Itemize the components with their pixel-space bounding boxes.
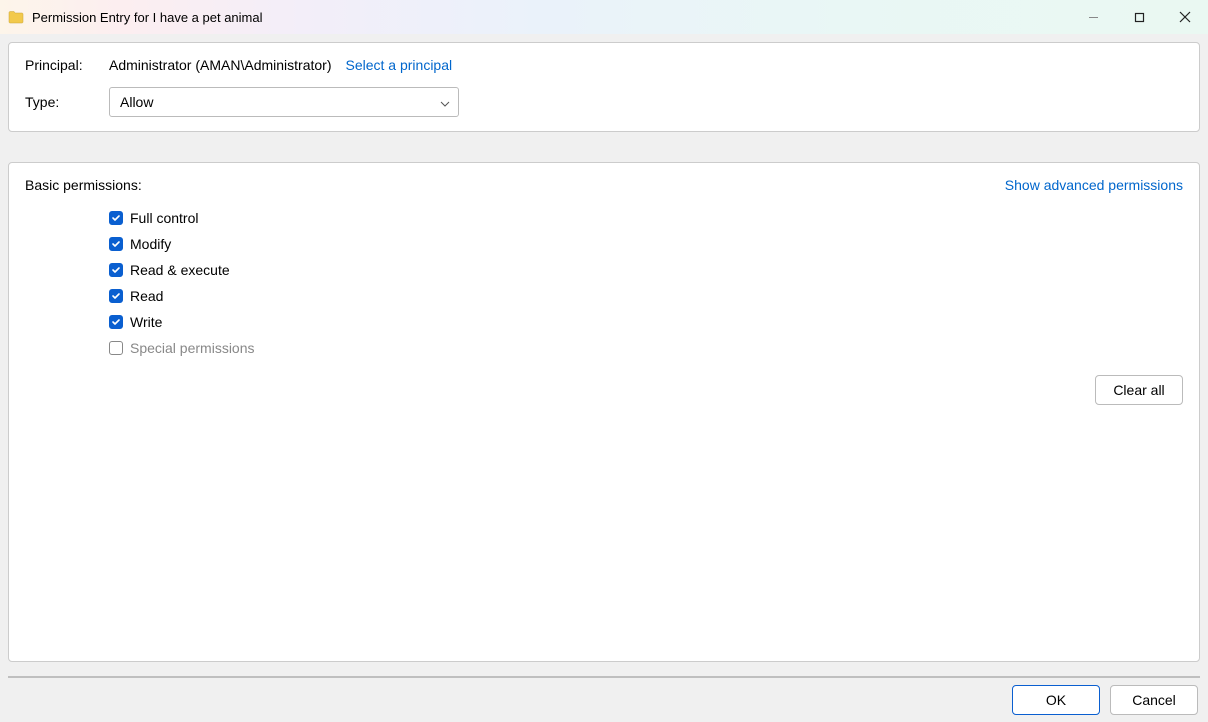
- principal-row: Principal: Administrator (AMAN\Administr…: [25, 57, 1183, 73]
- principal-label: Principal:: [25, 57, 109, 73]
- checkbox-write[interactable]: [109, 315, 123, 329]
- permission-item-read: Read: [109, 283, 1183, 309]
- checkbox-read[interactable]: [109, 289, 123, 303]
- permission-label: Special permissions: [130, 340, 255, 356]
- show-advanced-permissions-link[interactable]: Show advanced permissions: [1005, 177, 1183, 193]
- window-controls: [1070, 0, 1208, 34]
- permission-label: Full control: [130, 210, 198, 226]
- permission-label: Modify: [130, 236, 171, 252]
- type-row: Type: Allow: [25, 87, 1183, 117]
- permission-item-modify: Modify: [109, 231, 1183, 257]
- clear-all-row: Clear all: [25, 375, 1183, 405]
- type-label: Type:: [25, 94, 109, 110]
- ok-button[interactable]: OK: [1012, 685, 1100, 715]
- permission-label: Read & execute: [130, 262, 230, 278]
- cancel-button[interactable]: Cancel: [1110, 685, 1198, 715]
- permission-item-special: Special permissions: [109, 335, 1183, 361]
- principal-panel: Principal: Administrator (AMAN\Administr…: [8, 42, 1200, 132]
- clear-all-button[interactable]: Clear all: [1095, 375, 1183, 405]
- content-area: Principal: Administrator (AMAN\Administr…: [0, 34, 1208, 678]
- permissions-header: Basic permissions: Show advanced permiss…: [25, 177, 1183, 193]
- dialog-footer: OK Cancel: [0, 678, 1208, 722]
- folder-icon: [8, 9, 24, 25]
- select-principal-link[interactable]: Select a principal: [346, 57, 453, 73]
- permissions-list: Full control Modify Read & execute Read …: [109, 205, 1183, 361]
- permission-label: Write: [130, 314, 162, 330]
- basic-permissions-label: Basic permissions:: [25, 177, 142, 193]
- type-value: Allow: [120, 94, 153, 110]
- principal-value: Administrator (AMAN\Administrator): [109, 57, 332, 73]
- titlebar: Permission Entry for I have a pet animal: [0, 0, 1208, 34]
- chevron-down-icon: [440, 94, 450, 110]
- checkbox-full-control[interactable]: [109, 211, 123, 225]
- permission-item-write: Write: [109, 309, 1183, 335]
- window-title: Permission Entry for I have a pet animal: [32, 10, 263, 25]
- permission-label: Read: [130, 288, 163, 304]
- type-combobox[interactable]: Allow: [109, 87, 459, 117]
- checkbox-special-permissions[interactable]: [109, 341, 123, 355]
- checkbox-read-execute[interactable]: [109, 263, 123, 277]
- maximize-button[interactable]: [1116, 0, 1162, 34]
- permissions-panel: Basic permissions: Show advanced permiss…: [8, 162, 1200, 662]
- minimize-button[interactable]: [1070, 0, 1116, 34]
- close-button[interactable]: [1162, 0, 1208, 34]
- permission-item-read-execute: Read & execute: [109, 257, 1183, 283]
- checkbox-modify[interactable]: [109, 237, 123, 251]
- permission-item-full-control: Full control: [109, 205, 1183, 231]
